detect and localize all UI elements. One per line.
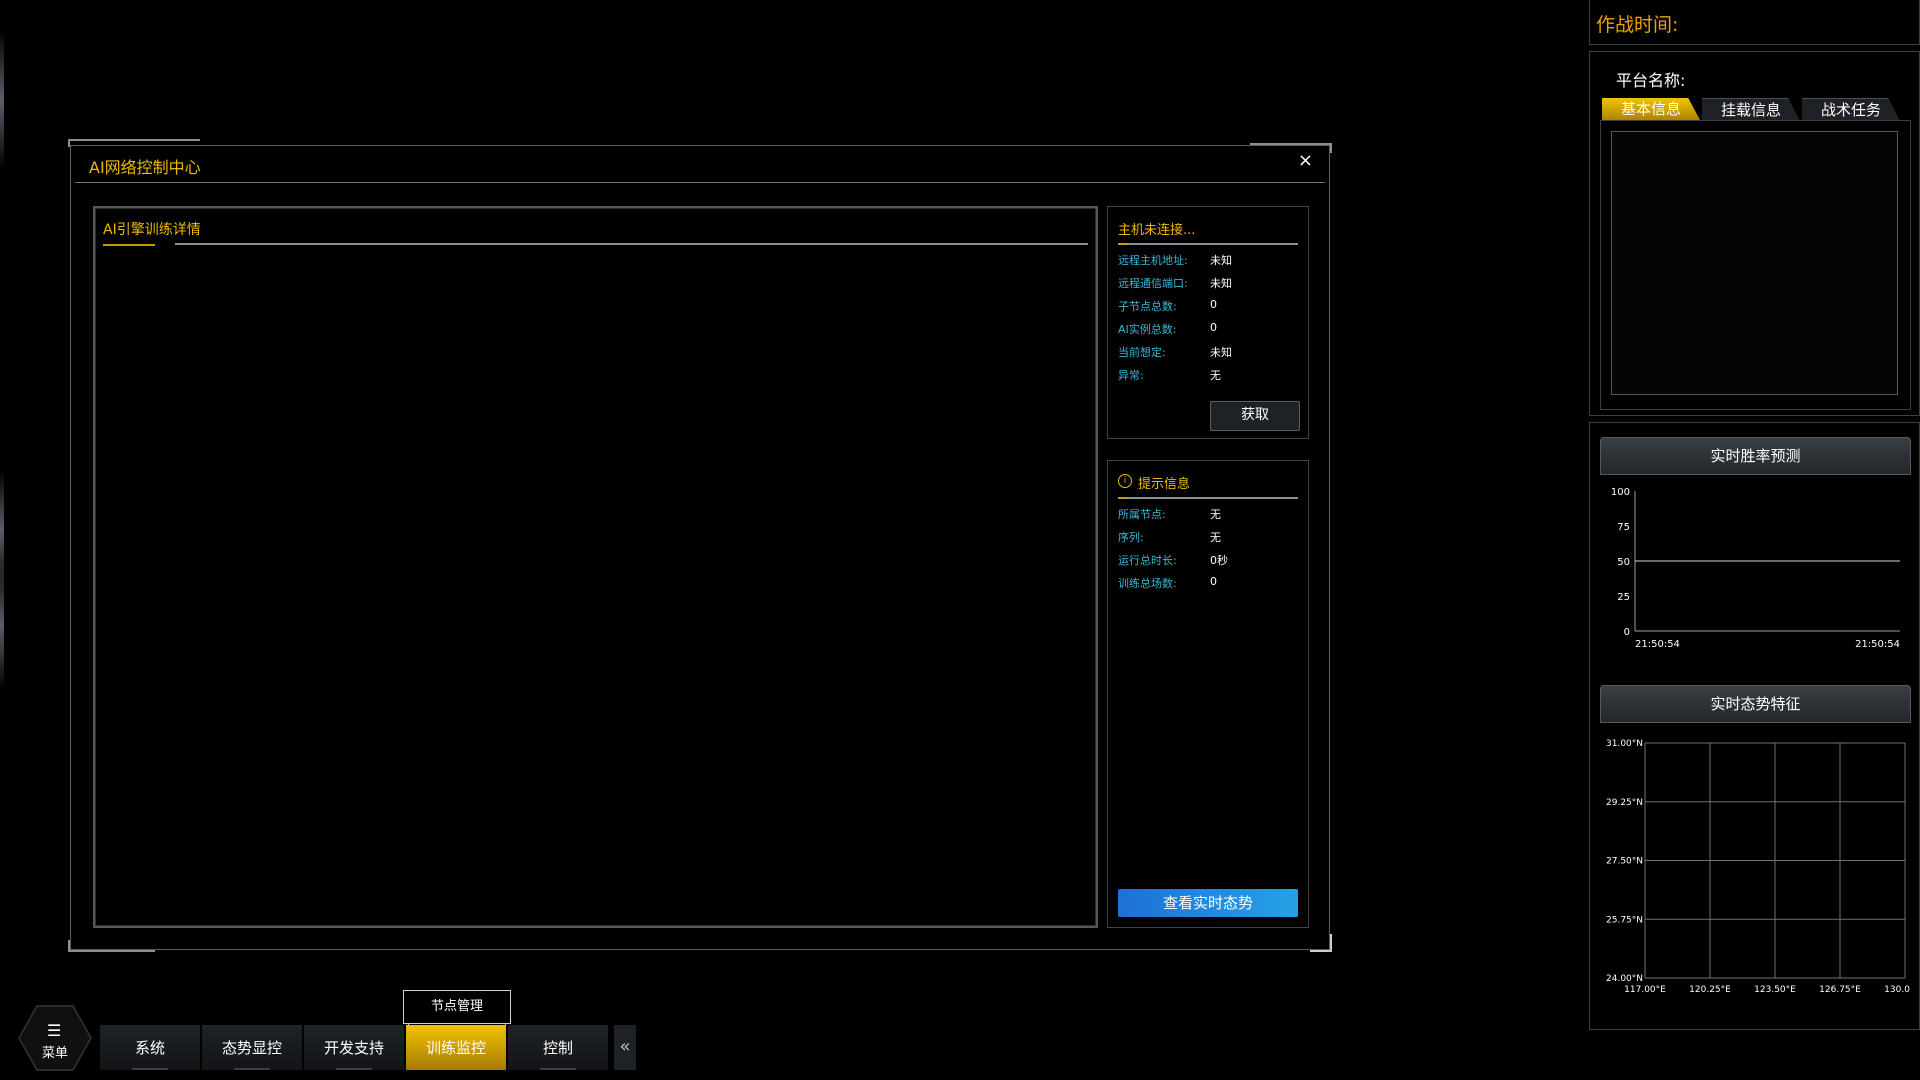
nav-label: 系统 xyxy=(134,1039,165,1057)
training-details-panel: AI引擎训练详情 xyxy=(93,206,1098,928)
title-accent-line xyxy=(1118,243,1128,245)
tab-content-area xyxy=(1611,131,1898,395)
nav-underline xyxy=(540,1068,576,1070)
training-panel-title: AI引擎训练详情 xyxy=(103,222,201,238)
menu-label: 菜单 xyxy=(42,1046,69,1061)
operation-time-box: 作战时间: xyxy=(1589,0,1920,45)
corner-decoration xyxy=(1310,934,1332,952)
close-icon[interactable]: × xyxy=(1298,150,1313,171)
tab-mount-info[interactable]: 挂载信息 xyxy=(1702,98,1800,121)
tips-title: 提示信息 xyxy=(1138,477,1191,492)
tab-basic-info[interactable]: 基本信息 xyxy=(1602,98,1700,120)
list-icon: ☰ xyxy=(47,1021,62,1040)
nav-item-situation-display[interactable]: 态势显控 xyxy=(202,1025,302,1070)
x-tick-label: 120.25°E xyxy=(1689,985,1731,995)
bottom-nav: 系统 态势显控 开发支持 训练监控 控制 xyxy=(100,1025,610,1070)
nav-label: 训练监控 xyxy=(425,1039,486,1057)
nav-item-control[interactable]: 控制 xyxy=(508,1025,608,1070)
x-tick-label: 21:50:54 xyxy=(1635,639,1680,650)
corner-decoration xyxy=(68,940,155,952)
corner-decoration xyxy=(1250,143,1332,153)
ai-network-control-dialog: AI网络控制中心 × AI引擎训练详情 主机未连接... 远程主机地址: 未知 远… xyxy=(68,139,1332,952)
tab-content xyxy=(1600,120,1911,410)
edge-decoration xyxy=(0,560,4,690)
x-tick-label: 117.00°E xyxy=(1624,985,1666,995)
field-value: 未知 xyxy=(1210,346,1232,359)
divider xyxy=(1118,243,1298,245)
nav-item-training-monitor[interactable]: 训练监控 xyxy=(406,1025,506,1070)
platform-info-box: 平台名称: 基本信息 挂载信息 战术任务 xyxy=(1589,51,1920,416)
divider xyxy=(175,243,1088,245)
menu-button[interactable]: ☰ 菜单 xyxy=(18,1005,92,1071)
y-tick-label: 27.50°N xyxy=(1606,857,1643,867)
field-value: 0秒 xyxy=(1210,554,1228,567)
x-tick-label: 130.00°E xyxy=(1884,985,1910,995)
corner-decoration xyxy=(68,139,200,147)
win-rate-header[interactable]: 实时胜率预测 xyxy=(1600,437,1911,475)
y-tick-label: 25.75°N xyxy=(1606,915,1643,925)
y-tick-label: 100 xyxy=(1611,487,1630,498)
situation-geo-chart: 117.00°E 120.25°E 123.50°E 126.75°E 130.00°E… xyxy=(1606,739,1910,995)
operation-time-label: 作战时间: xyxy=(1596,14,1679,36)
field-key: 远程主机地址: xyxy=(1118,254,1188,267)
nav-underline xyxy=(132,1068,168,1070)
field-value: 0 xyxy=(1210,575,1217,588)
field-value: 无 xyxy=(1210,508,1221,521)
nav-label: 控制 xyxy=(542,1039,573,1057)
divider xyxy=(1118,497,1298,499)
tips-panel: i 提示信息 所属节点: 无 序列: 无 运行总时长: 0秒 训练总场数: 0 查看实时… xyxy=(1107,460,1309,928)
x-tick-label: 123.50°E xyxy=(1754,985,1796,995)
field-key: 当前想定: xyxy=(1118,346,1166,359)
view-live-situation-button[interactable]: 查看实时态势 xyxy=(1118,889,1298,917)
info-icon: i xyxy=(1118,474,1132,488)
title-accent-line xyxy=(1118,497,1128,499)
realtime-analysis-box: 实时胜率预测 100 75 50 25 0 21:50:54 21:50:54 实时态势特征… xyxy=(1589,422,1920,1030)
field-key: 远程通信端口: xyxy=(1118,277,1188,290)
fetch-button[interactable]: 获取 xyxy=(1210,401,1300,431)
field-value: 未知 xyxy=(1210,254,1232,267)
collapse-icon[interactable]: « xyxy=(614,1025,636,1070)
nav-item-dev-support[interactable]: 开发支持 xyxy=(304,1025,404,1070)
host-status-title: 主机未连接... xyxy=(1118,223,1196,238)
win-rate-chart: 100 75 50 25 0 21:50:54 21:50:54 xyxy=(1611,487,1900,650)
node-management-popup[interactable]: 节点管理 xyxy=(403,990,511,1026)
field-value: 0 xyxy=(1210,298,1217,311)
y-tick-label: 0 xyxy=(1624,627,1630,638)
platform-name-label: 平台名称: xyxy=(1616,71,1686,90)
y-tick-label: 50 xyxy=(1617,557,1630,568)
x-tick-label: 21:50:54 xyxy=(1855,639,1900,650)
divider xyxy=(75,182,1325,183)
tab-tactical-task[interactable]: 战术任务 xyxy=(1802,98,1900,121)
nav-underline xyxy=(336,1068,372,1070)
field-key: 序列: xyxy=(1118,531,1144,544)
field-value: 无 xyxy=(1210,531,1221,544)
y-tick-label: 24.00°N xyxy=(1606,974,1643,984)
field-value: 未知 xyxy=(1210,277,1232,290)
field-key: 训练总场数: xyxy=(1118,577,1177,590)
x-tick-label: 126.75°E xyxy=(1819,985,1861,995)
field-key: AI实例总数: xyxy=(1118,323,1177,336)
nav-label: 态势显控 xyxy=(221,1039,282,1057)
field-value: 0 xyxy=(1210,321,1217,334)
field-key: 所属节点: xyxy=(1118,508,1166,521)
y-tick-label: 29.25°N xyxy=(1606,798,1643,808)
field-key: 子节点总数: xyxy=(1118,300,1177,313)
field-value: 无 xyxy=(1210,369,1221,382)
dialog-title: AI网络控制中心 xyxy=(89,158,201,177)
host-info-panel: 主机未连接... 远程主机地址: 未知 远程通信端口: 未知 子节点总数: 0 AI实… xyxy=(1107,206,1309,439)
field-key: 异常: xyxy=(1118,369,1144,382)
y-tick-label: 25 xyxy=(1617,592,1630,603)
situation-header[interactable]: 实时态势特征 xyxy=(1600,685,1911,723)
y-tick-label: 31.00°N xyxy=(1606,739,1643,749)
title-accent-line xyxy=(103,244,155,246)
nav-underline xyxy=(234,1068,270,1070)
field-key: 运行总时长: xyxy=(1118,554,1177,567)
nav-item-system[interactable]: 系统 xyxy=(100,1025,200,1070)
y-tick-label: 75 xyxy=(1617,522,1630,533)
edge-decoration xyxy=(0,30,4,170)
nav-label: 开发支持 xyxy=(323,1039,384,1057)
